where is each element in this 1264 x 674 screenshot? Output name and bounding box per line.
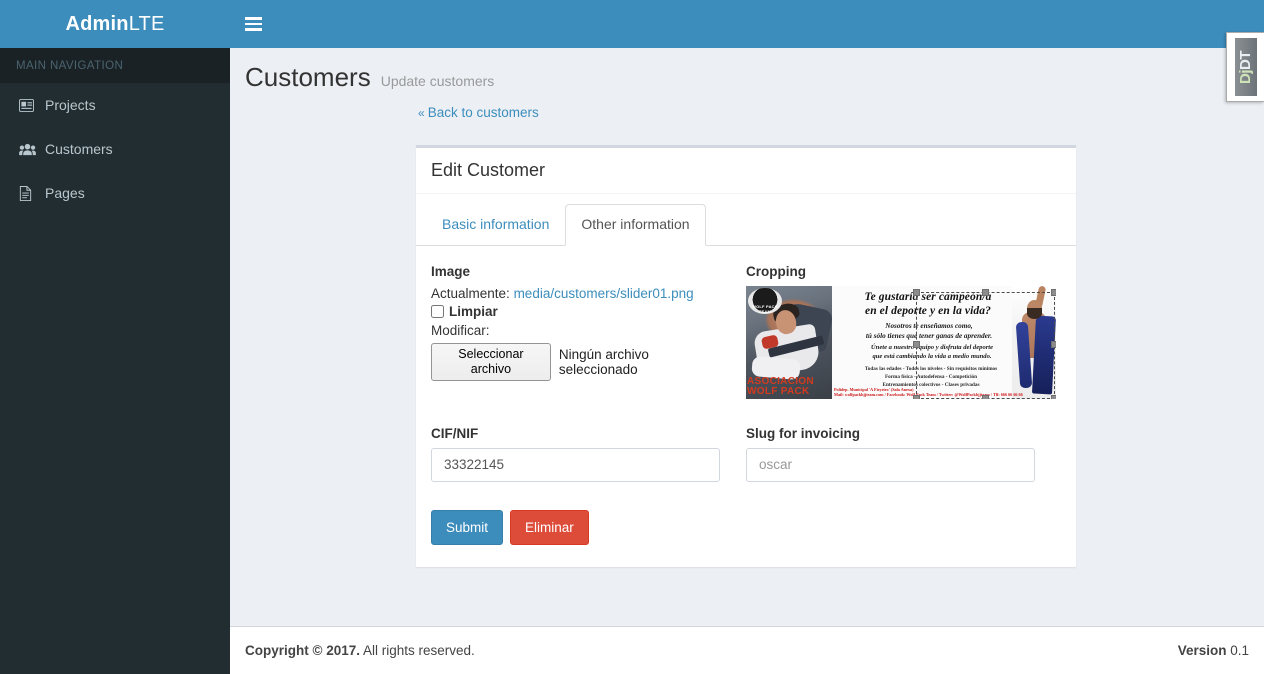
cif-slug-row: CIF/NIF Slug for invoicing <box>431 426 1061 482</box>
banner-contact-2: Mail: wolfpackbjjteam.com / Facebook: Wo… <box>834 391 1023 397</box>
image-label: Image <box>431 263 471 279</box>
edit-customer-panel: Edit Customer Basic information Other in… <box>416 145 1076 568</box>
page-header: Customers Update customers <box>230 48 1264 90</box>
cropping-label: Cropping <box>746 263 806 279</box>
sidebar-toggle-button[interactable] <box>230 0 277 48</box>
id-card-icon <box>19 98 45 112</box>
django-debug-toolbar-handle[interactable]: DjDT <box>1226 32 1264 102</box>
sidebar-item-label: Pages <box>45 185 85 201</box>
cropping-field-group: Cropping WOLF PACK TEAM Te gustaría ser … <box>733 263 1056 399</box>
back-link-row: «Back to customers <box>230 90 1264 122</box>
footer-copyright-bold: Copyright © 2017. <box>245 643 360 658</box>
banner-logo-text-2: WOLF PACK <box>747 385 810 397</box>
sidebar-section-header: MAIN NAVIGATION <box>0 48 230 83</box>
hamburger-icon <box>245 14 262 34</box>
panel-header: Edit Customer <box>416 148 1076 194</box>
tab-panel-other-information: Image Actualmente: media/customers/slide… <box>416 246 1076 567</box>
brand-logo-bold: Admin <box>65 12 129 35</box>
submit-button[interactable]: Submit <box>431 509 504 546</box>
form-actions: Submit Eliminar <box>431 509 1061 546</box>
clear-image-label[interactable]: Limpiar <box>449 304 498 319</box>
banner-image: WOLF PACK TEAM Te gustaría ser campeón/a… <box>746 285 1056 399</box>
back-to-customers-link[interactable]: «Back to customers <box>418 105 539 120</box>
banner-small-2: Forma física - Autodefensa - Competición <box>884 373 978 380</box>
banner-headline-2: en el deporte y en la vida? <box>865 304 991 317</box>
tab-bar: Basic information Other information <box>416 204 1076 246</box>
cif-label: CIF/NIF <box>431 425 479 441</box>
currently-prefix: Actualmente: <box>431 285 510 301</box>
file-input-row: Seleccionar archivo Ningún archivo selec… <box>431 342 720 381</box>
main-content: Customers Update customers «Back to cust… <box>230 48 1264 626</box>
banner-sub-4: que está cambiando la vida a medio mundo… <box>872 352 992 360</box>
sidebar-item-projects[interactable]: Projects <box>0 83 230 127</box>
page-footer: Copyright © 2017. All rights reserved. V… <box>230 626 1264 674</box>
change-image-label: Modificar: <box>431 322 490 338</box>
page-subtitle: Update customers <box>380 73 495 89</box>
cif-input[interactable] <box>431 447 720 482</box>
sidebar-item-label: Customers <box>45 141 113 157</box>
wolf-pack-logo-text: WOLF PACK TEAM <box>752 303 778 314</box>
footer-copyright: Copyright © 2017. All rights reserved. <box>245 643 475 658</box>
footer-version-label: Version <box>1177 643 1227 658</box>
djdt-tab: DjDT <box>1234 38 1257 96</box>
banner-sub-2: tú sólo tienes que tener ganas de aprend… <box>865 331 993 340</box>
sidebar-item-customers[interactable]: Customers <box>0 127 230 171</box>
slug-input[interactable] <box>746 447 1035 482</box>
footer-copyright-rest: All rights reserved. <box>359 643 475 658</box>
slug-field-group: Slug for invoicing <box>733 426 1035 482</box>
brand-logo[interactable]: Admin LTE <box>0 0 230 48</box>
current-image-link[interactable]: media/customers/slider01.png <box>514 286 694 301</box>
tab-other-information[interactable]: Other information <box>565 204 706 246</box>
banner-headline-1: Te gustaría ser campeón/a <box>864 290 992 303</box>
banner-small-1: Todas las edades - Todos los niveles - S… <box>864 365 998 372</box>
cif-field-group: CIF/NIF <box>431 426 733 482</box>
footer-version: Version 0.1 <box>1178 643 1249 658</box>
sidebar-item-pages[interactable]: Pages <box>0 171 230 215</box>
tab-basic-information[interactable]: Basic information <box>426 204 565 246</box>
choose-file-button[interactable]: Seleccionar archivo <box>431 342 551 381</box>
image-field-group: Image Actualmente: media/customers/slide… <box>431 264 733 399</box>
sidebar-item-label: Projects <box>45 97 96 113</box>
banner-sub-3: Únete a nuestro equipo y disfruta del de… <box>870 343 994 351</box>
slug-label: Slug for invoicing <box>746 425 860 441</box>
chevron-left-double-icon: « <box>418 106 425 120</box>
clear-image-checkbox[interactable] <box>431 304 444 318</box>
page-title: Customers <box>245 62 371 92</box>
users-icon <box>19 143 45 156</box>
banner-sub-1: Nosotros te enseñamos como, <box>885 321 973 330</box>
footer-version-value: 0.1 <box>1226 643 1249 658</box>
file-icon <box>19 185 45 201</box>
clear-image-row: Limpiar <box>431 304 720 319</box>
cropping-image-container[interactable]: WOLF PACK TEAM Te gustaría ser campeón/a… <box>746 285 1056 399</box>
panel-title: Edit Customer <box>431 160 546 180</box>
sidebar: Admin LTE MAIN NAVIGATION Projects Custom… <box>0 0 230 674</box>
delete-button[interactable]: Eliminar <box>510 509 589 546</box>
brand-logo-light: LTE <box>128 12 165 35</box>
file-status-text: Ningún archivo seleccionado <box>558 346 649 377</box>
back-link-label: Back to customers <box>427 105 539 120</box>
currently-line: Actualmente: media/customers/slider01.pn… <box>431 286 720 301</box>
top-navbar <box>230 0 1264 48</box>
image-cropping-row: Image Actualmente: media/customers/slide… <box>431 264 1061 399</box>
djdt-label: DjDT <box>1237 50 1254 84</box>
